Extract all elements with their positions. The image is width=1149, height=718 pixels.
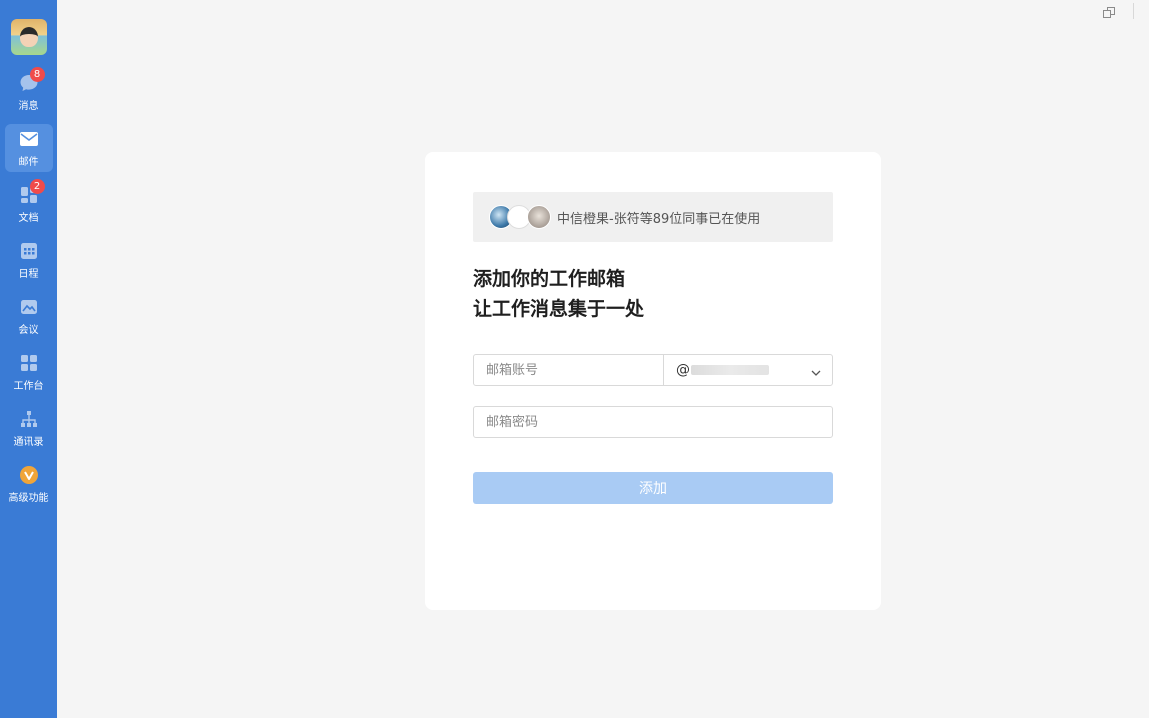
account-row: @	[473, 354, 833, 386]
sidebar-item-label: 文档	[18, 213, 39, 224]
calendar-icon	[18, 240, 40, 262]
sidebar-item-workbench[interactable]: 工作台	[5, 348, 53, 396]
sidebar-item-label: 通讯录	[13, 437, 44, 448]
headline-line-1: 添加你的工作邮箱	[473, 268, 626, 290]
sidebar-nav: 8 消息 邮件 2 文档 日程 会议 工作台 通讯录 高级功能	[4, 67, 53, 516]
workbench-icon	[18, 352, 40, 374]
sidebar-item-label: 会议	[18, 325, 39, 336]
password-row	[473, 406, 833, 438]
popout-window-icon[interactable]	[1102, 5, 1116, 19]
colleagues-text: 中信橙果-张符等89位同事已在使用	[557, 211, 761, 227]
sidebar-item-premium[interactable]: 高级功能	[5, 460, 53, 508]
email-account-input[interactable]	[474, 355, 663, 385]
add-button[interactable]: 添加	[473, 472, 833, 504]
domain-value-redacted	[691, 365, 769, 375]
sidebar-item-docs[interactable]: 2 文档	[5, 179, 53, 228]
contacts-icon	[18, 408, 40, 430]
sidebar-item-calendar[interactable]: 日程	[5, 236, 53, 284]
domain-at-sign: @	[676, 362, 690, 378]
domain-select[interactable]: @	[663, 355, 832, 385]
sidebar-item-messages[interactable]: 8 消息	[5, 67, 53, 116]
premium-icon	[18, 464, 40, 486]
sidebar: 8 消息 邮件 2 文档 日程 会议 工作台 通讯录 高级功能	[0, 0, 57, 718]
colleague-avatar	[527, 205, 551, 229]
sidebar-item-mail[interactable]: 邮件	[4, 124, 53, 172]
messages-badge: 8	[29, 67, 45, 82]
headline-line-2: 让工作消息集于一处	[473, 298, 645, 320]
sidebar-item-label: 日程	[18, 269, 39, 280]
mail-icon	[18, 128, 40, 150]
page-title: 添加你的工作邮箱 让工作消息集于一处	[473, 264, 644, 324]
colleagues-banner: 中信橙果-张符等89位同事已在使用	[473, 192, 833, 242]
sidebar-item-label: 邮件	[18, 157, 39, 168]
user-avatar[interactable]	[10, 19, 47, 55]
sidebar-item-meeting[interactable]: 会议	[5, 292, 53, 340]
sidebar-item-label: 高级功能	[8, 493, 49, 504]
colleague-avatars	[489, 204, 551, 230]
avatar-face	[19, 27, 38, 47]
email-password-input[interactable]	[474, 407, 832, 437]
sidebar-item-label: 消息	[18, 101, 39, 112]
docs-badge: 2	[29, 179, 45, 194]
sidebar-item-label: 工作台	[13, 381, 44, 392]
window-divider	[1133, 3, 1134, 19]
meeting-icon	[18, 296, 40, 318]
sidebar-item-contacts[interactable]: 通讯录	[5, 404, 53, 452]
chevron-down-icon	[810, 364, 822, 376]
add-mailbox-card: 中信橙果-张符等89位同事已在使用 添加你的工作邮箱 让工作消息集于一处 @ 添…	[425, 152, 881, 610]
